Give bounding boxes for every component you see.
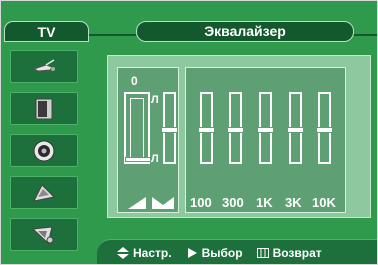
- hint-select-label: Выбор: [201, 246, 243, 260]
- band-slider-knob[interactable]: [227, 127, 244, 133]
- hint-adjust-label: Настр.: [133, 246, 172, 260]
- hint-adjust[interactable]: Настр.: [117, 246, 172, 260]
- antenna-icon: [32, 58, 55, 72]
- sidebar-item-channel[interactable]: [10, 176, 78, 209]
- balance-track: [130, 98, 144, 160]
- footer-hints: Настр. Выбор Возврат: [97, 239, 377, 264]
- settings-dish-icon: [31, 225, 54, 244]
- tv-tab: TV: [4, 21, 89, 42]
- balance-knob[interactable]: [125, 157, 151, 162]
- speaker-icon: [33, 140, 55, 161]
- sidebar-item-setup[interactable]: [10, 218, 78, 251]
- menu-icon: [256, 248, 269, 258]
- hint-return-label: Возврат: [272, 246, 322, 260]
- band-label-300: 300: [222, 195, 244, 210]
- band-slider-300[interactable]: [227, 92, 244, 164]
- balance-left-top-label: Л: [151, 94, 159, 106]
- band-slider-3k[interactable]: [287, 92, 304, 164]
- band-label-10k: 10K: [312, 195, 336, 210]
- band-slider-knob[interactable]: [257, 127, 274, 133]
- band-slider-knob[interactable]: [198, 127, 215, 133]
- band-slider-knob[interactable]: [287, 127, 304, 133]
- tv-menu-frame: TV Эквалайзер 0 Л Л 100 300 1K 3K 10K На…: [0, 0, 378, 265]
- up-down-arrow-icon: [117, 247, 129, 259]
- band-slider-knob[interactable]: [316, 127, 333, 133]
- band-slider-1k[interactable]: [257, 92, 274, 164]
- screen-icon: [35, 98, 53, 119]
- band-label-1k: 1K: [256, 195, 273, 210]
- band-label-100: 100: [190, 195, 212, 210]
- satellite-dish-icon: [33, 183, 56, 202]
- sidebar-item-sound[interactable]: [10, 134, 78, 167]
- right-arrow-icon: [187, 248, 197, 258]
- balance-mode-icons: [128, 197, 174, 209]
- title-divider-right: [354, 34, 377, 36]
- page-title: Эквалайзер: [136, 21, 354, 42]
- balance-left-bottom-label: Л: [151, 153, 159, 165]
- hint-return[interactable]: Возврат: [256, 246, 322, 260]
- band-slider-100[interactable]: [198, 92, 215, 164]
- sidebar-item-antenna[interactable]: [10, 50, 78, 83]
- balance-value: 0: [131, 74, 138, 88]
- ramp-up-icon: [128, 197, 146, 209]
- notch-icon: [152, 197, 174, 209]
- band-slider-first[interactable]: [161, 92, 178, 164]
- band-label-3k: 3K: [285, 195, 302, 210]
- hint-select[interactable]: Выбор: [186, 246, 243, 260]
- band-slider-10k[interactable]: [316, 92, 333, 164]
- title-divider: [89, 34, 136, 36]
- balance-slider[interactable]: [124, 92, 151, 164]
- band-slider-knob[interactable]: [161, 127, 178, 133]
- sidebar: [4, 42, 89, 252]
- sidebar-item-picture[interactable]: [10, 92, 78, 125]
